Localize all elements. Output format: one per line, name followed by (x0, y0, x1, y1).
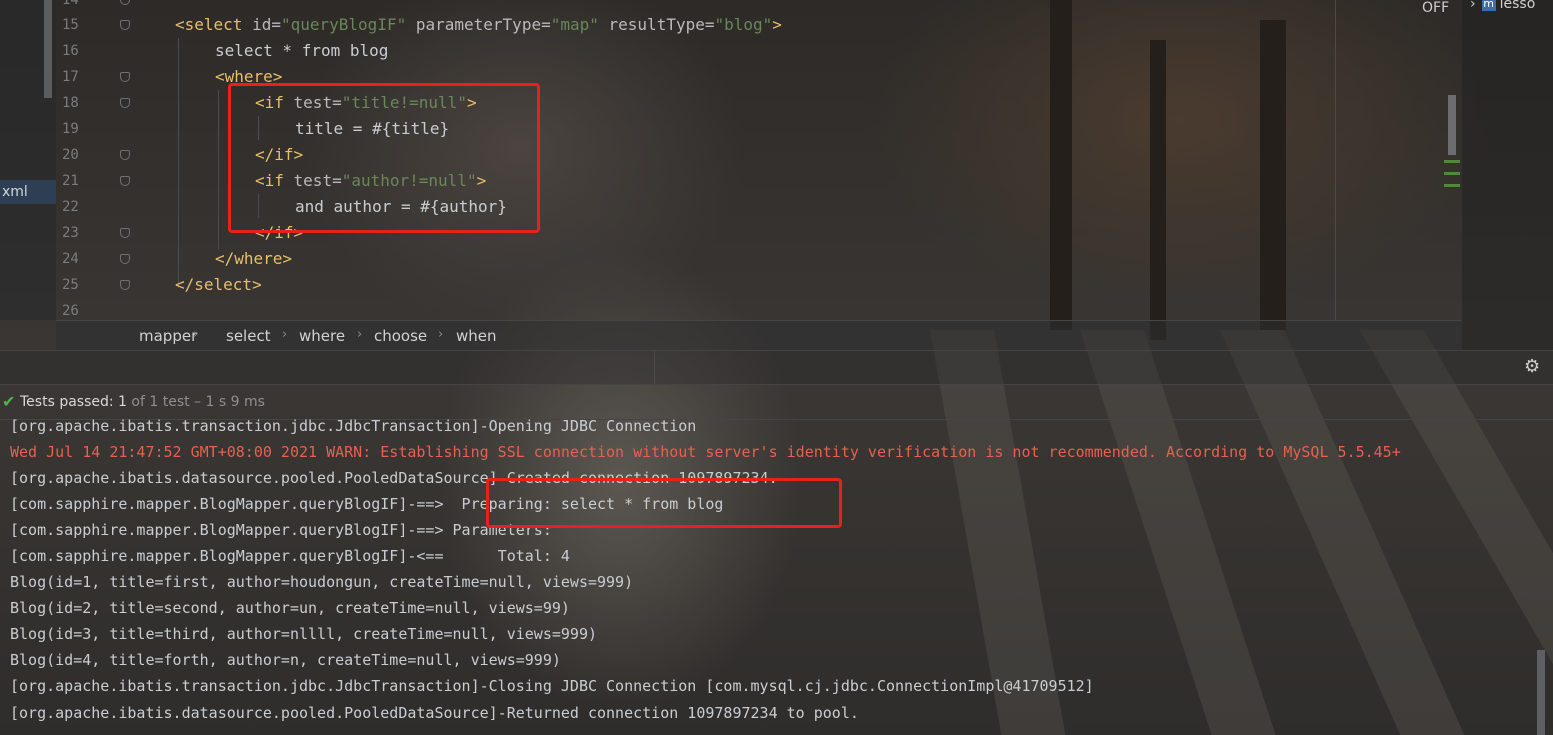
run-toolbar (0, 350, 1553, 385)
check-icon: ✔ (2, 392, 16, 411)
fold-marker-icon[interactable] (120, 280, 130, 290)
line-number: 16 (62, 43, 79, 59)
breadcrumb: mapper › select › where › choose › when (56, 320, 1462, 351)
fold-marker-icon[interactable] (120, 176, 130, 186)
project-item-label: lesso (1499, 0, 1536, 12)
console-line: Wed Jul 14 21:47:52 GMT+08:00 2021 WARN:… (10, 443, 1401, 461)
breadcrumb-separator-icon: › (357, 327, 363, 342)
line-number: 19 (62, 121, 79, 137)
project-tree-item[interactable]: › m lesso (1470, 0, 1535, 12)
breadcrumb-separator-icon: › (193, 327, 199, 342)
module-icon: m (1481, 0, 1496, 11)
console-line: [org.apache.ibatis.transaction.jdbc.Jdbc… (10, 417, 697, 435)
console-line: Blog(id=2, title=second, author=un, crea… (10, 599, 570, 617)
code-text: select * from blog (215, 41, 389, 60)
test-status-label: Tests passed: (20, 394, 114, 410)
breadcrumb-item-choose[interactable]: choose (374, 327, 427, 345)
code-line[interactable]: 15 <select id="queryBlogIF" parameterTyp… (0, 12, 1400, 38)
change-marker[interactable] (1444, 172, 1460, 175)
console-line: [org.apache.ibatis.transaction.jdbc.Jdbc… (10, 677, 1094, 695)
breadcrumb-item-when[interactable]: when (456, 327, 497, 345)
fold-marker-icon[interactable] (120, 150, 130, 160)
fold-marker-icon[interactable] (120, 98, 130, 108)
passed-count: 1 (118, 394, 127, 410)
editor-scrollbar[interactable] (1448, 95, 1456, 155)
console-line: Blog(id=4, title=forth, author=n, create… (10, 651, 561, 669)
code-line[interactable]: 21 <if test="author!=null"> (0, 168, 1400, 194)
test-status-text: Tests passed: 1 of 1 test – 1 s 9 ms (20, 394, 265, 410)
code-line[interactable]: 20 </if> (0, 142, 1400, 168)
code-line[interactable]: 24 </where> (0, 246, 1400, 272)
code-line[interactable]: 19 title = #{title} (0, 116, 1400, 142)
console-line: [com.sapphire.mapper.BlogMapper.queryBlo… (10, 547, 570, 565)
console-line: Blog(id=3, title=third, author=nllll, cr… (10, 625, 597, 643)
toolbar-divider (654, 350, 655, 384)
gear-icon[interactable]: ⚙ (1524, 356, 1540, 377)
code-editor[interactable]: xml 14 15 <select id="queryBlogIF" param… (0, 0, 1462, 320)
code-text: </select> (175, 275, 262, 294)
breadcrumb-item-select[interactable]: select (226, 327, 271, 345)
code-text: <select id="queryBlogIF" parameterType="… (175, 15, 782, 34)
code-line[interactable]: 23 </if> (0, 220, 1400, 246)
code-line[interactable]: 16 select * from blog (0, 38, 1400, 64)
fold-marker-icon[interactable] (120, 20, 130, 30)
console-scrollbar[interactable] (1537, 650, 1545, 735)
line-number: 22 (62, 199, 79, 215)
fold-marker-icon[interactable] (120, 254, 130, 264)
code-line[interactable]: 18 <if test="title!=null"> (0, 90, 1400, 116)
code-line[interactable]: 22 and author = #{author} (0, 194, 1400, 220)
change-marker[interactable] (1444, 160, 1460, 163)
code-line[interactable]: 25 </select> (0, 272, 1400, 298)
breadcrumb-item-mapper[interactable]: mapper (139, 327, 197, 345)
console-line: [com.sapphire.mapper.BlogMapper.queryBlo… (10, 521, 561, 539)
project-tool-window (1462, 0, 1553, 350)
fold-marker-icon[interactable] (120, 72, 130, 82)
breadcrumb-separator-icon: › (282, 327, 288, 342)
console-output[interactable]: [org.apache.ibatis.transaction.jdbc.Jdbc… (0, 417, 1553, 735)
highlight-box-preparing-sql (486, 478, 842, 528)
breadcrumb-separator-icon: › (438, 327, 444, 342)
code-text: </where> (215, 249, 293, 268)
status-off-label: OFF (1422, 0, 1450, 16)
console-line: [org.apache.ibatis.datasource.pooled.Poo… (10, 704, 859, 722)
breadcrumb-item-where[interactable]: where (299, 327, 345, 345)
code-line[interactable]: 17 <where> (0, 64, 1400, 90)
change-marker[interactable] (1444, 184, 1460, 187)
highlight-box-if-conditions (228, 83, 540, 233)
console-line: Blog(id=1, title=first, author=houdongun… (10, 573, 634, 591)
chevron-right-icon: › (1470, 0, 1476, 12)
fold-marker-icon[interactable] (120, 228, 130, 238)
test-summary: of 1 test – 1 s 9 ms (131, 394, 265, 410)
